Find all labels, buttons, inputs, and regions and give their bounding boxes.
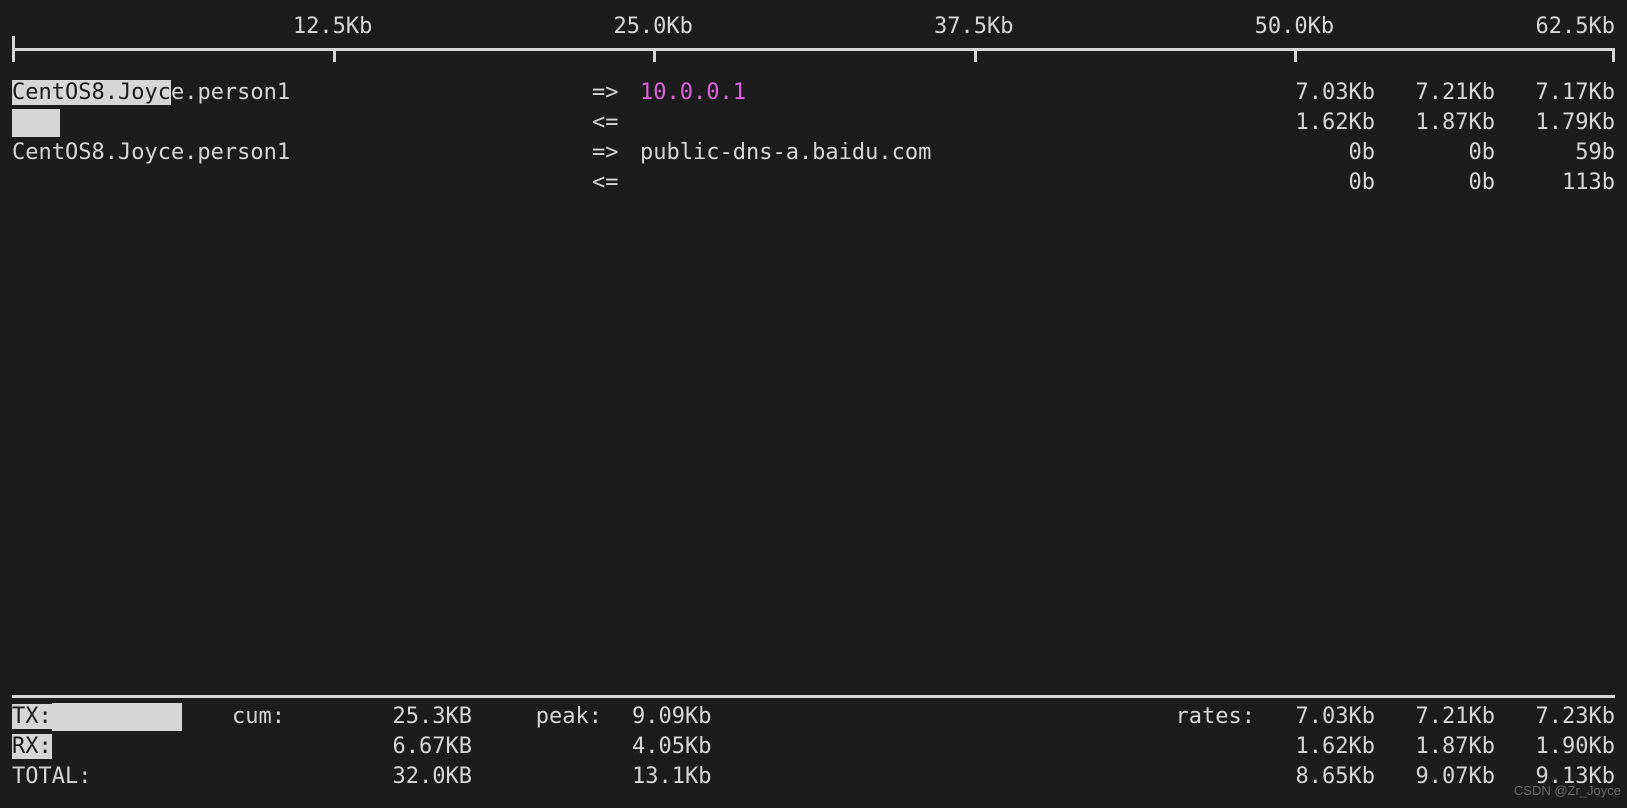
connection-row: <= 1.62Kb 1.87Kb 1.79Kb — [12, 108, 1615, 138]
rx-r40s: 1.90Kb — [1495, 732, 1615, 762]
footer-row-tx: TX: cum: 25.3KB peak: 9.09Kb rates: 7.03… — [12, 702, 1615, 732]
tx-bar — [52, 703, 182, 731]
total-r10s: 9.07Kb — [1375, 762, 1495, 792]
tx-label: TX: — [12, 702, 232, 732]
arrow-icon: => — [592, 78, 640, 108]
scale-label: 62.5Kb — [1536, 12, 1615, 42]
tx-r40s: 7.23Kb — [1495, 702, 1615, 732]
cum-label: cum: — [232, 702, 342, 732]
local-host-highlight: CentOS8.Joyc — [12, 80, 171, 105]
connection-list: CentOS8.Joyce.person1 => 10.0.0.1 7.03Kb… — [12, 78, 1615, 198]
peak-label: peak: — [472, 702, 602, 732]
scale-label: 12.5Kb — [293, 12, 372, 42]
footer-totals: TX: cum: 25.3KB peak: 9.09Kb rates: 7.03… — [12, 702, 1615, 792]
footer-divider — [12, 695, 1615, 698]
scale-tick — [974, 48, 977, 62]
scale-label: 37.5Kb — [934, 12, 1013, 42]
rate-40s: 7.17Kb — [1495, 78, 1615, 108]
watermark: CSDN @Zr_Joyce — [1514, 776, 1621, 806]
connection-row: CentOS8.Joyce.person1 => public-dns-a.ba… — [12, 138, 1615, 168]
scale-tick — [1294, 48, 1297, 62]
footer-row-total: TOTAL: 32.0KB 13.1Kb 8.65Kb 9.07Kb 9.13K… — [12, 762, 1615, 792]
rate-2s: 0b — [1255, 168, 1375, 198]
iftop-screen: 12.5Kb 25.0Kb 37.5Kb 50.0Kb 62.5Kb CentO… — [12, 12, 1615, 796]
rx-r2s: 1.62Kb — [1255, 732, 1375, 762]
rx-r10s: 1.87Kb — [1375, 732, 1495, 762]
rate-10s: 0b — [1375, 168, 1495, 198]
footer-row-rx: RX: 6.67KB 4.05Kb 1.62Kb 1.87Kb 1.90Kb — [12, 732, 1615, 762]
local-host: CentOS8.Joyce.person1 — [12, 78, 592, 108]
total-peak: 13.1Kb — [602, 762, 752, 792]
tx-r2s: 7.03Kb — [1255, 702, 1375, 732]
rate-10s: 7.21Kb — [1375, 78, 1495, 108]
scale-tick — [12, 36, 15, 62]
scale-baseline — [12, 48, 1615, 51]
arrow-icon: => — [592, 138, 640, 168]
total-cum: 32.0KB — [342, 762, 472, 792]
rate-40s: 59b — [1495, 138, 1615, 168]
scale-tick — [1612, 48, 1615, 62]
bandwidth-scale: 12.5Kb 25.0Kb 37.5Kb 50.0Kb 62.5Kb — [12, 12, 1615, 64]
tx-peak: 9.09Kb — [602, 702, 752, 732]
rx-peak: 4.05Kb — [602, 732, 752, 762]
tx-r10s: 7.21Kb — [1375, 702, 1495, 732]
connection-row: <= 0b 0b 113b — [12, 168, 1615, 198]
scale-tick — [653, 48, 656, 62]
remote-host: 10.0.0.1 — [640, 78, 1255, 108]
connection-row: CentOS8.Joyce.person1 => 10.0.0.1 7.03Kb… — [12, 78, 1615, 108]
rate-40s: 113b — [1495, 168, 1615, 198]
rate-2s: 0b — [1255, 138, 1375, 168]
scale-label: 50.0Kb — [1255, 12, 1334, 42]
total-r2s: 8.65Kb — [1255, 762, 1375, 792]
rate-2s: 1.62Kb — [1255, 108, 1375, 138]
scale-tick — [333, 48, 336, 62]
rx-bar — [12, 109, 60, 137]
rx-label: RX: — [12, 732, 232, 762]
rates-label: rates: — [1145, 702, 1255, 732]
rx-cum: 6.67KB — [342, 732, 472, 762]
rate-10s: 1.87Kb — [1375, 108, 1495, 138]
total-label: TOTAL: — [12, 762, 232, 792]
rate-2s: 7.03Kb — [1255, 78, 1375, 108]
scale-label: 25.0Kb — [613, 12, 692, 42]
arrow-icon: <= — [592, 168, 640, 198]
arrow-icon: <= — [592, 108, 640, 138]
local-host: CentOS8.Joyce.person1 — [12, 138, 592, 168]
rate-10s: 0b — [1375, 138, 1495, 168]
tx-cum: 25.3KB — [342, 702, 472, 732]
rate-40s: 1.79Kb — [1495, 108, 1615, 138]
local-host-blank — [12, 108, 592, 138]
remote-host: public-dns-a.baidu.com — [640, 138, 1255, 168]
